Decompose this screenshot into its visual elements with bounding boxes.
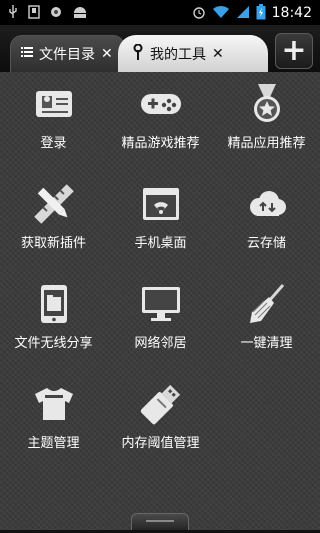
clock-text: 18:42 (271, 4, 312, 21)
wifi-window-icon (139, 182, 183, 226)
tool-memory-threshold[interactable]: 内存阈值管理 (107, 372, 214, 472)
wrench-icon (132, 43, 144, 64)
tool-one-key-clean[interactable]: 一键清理 (213, 272, 320, 372)
tool-label: 云存储 (246, 236, 286, 251)
gamepad-icon (139, 82, 183, 126)
tool-label: 主题管理 (27, 436, 80, 451)
tab-label: 我的工具 (150, 46, 206, 63)
android-icon (72, 5, 88, 21)
list-icon (21, 46, 33, 62)
battery-icon (256, 3, 266, 22)
cloud-icon (245, 182, 289, 226)
signal-icon (236, 5, 250, 21)
tab-my-tools[interactable]: 我的工具 ✕ (118, 35, 268, 72)
tool-app-recommend[interactable]: 精品应用推荐 (213, 72, 320, 172)
tool-label: 精品应用推荐 (227, 136, 306, 151)
tool-label: 手机桌面 (134, 236, 187, 251)
sdcard-icon (28, 4, 40, 21)
tool-get-plugins[interactable]: 获取新插件 (0, 172, 107, 272)
tool-wireless-share[interactable]: 文件无线分享 (0, 272, 107, 372)
tab-file-directory[interactable]: 文件目录 ✕ (10, 35, 125, 72)
tool-label: 内存阈值管理 (121, 436, 200, 451)
close-icon[interactable]: ✕ (101, 46, 113, 62)
pencil-ruler-icon (32, 182, 76, 226)
monitor-icon (139, 282, 183, 326)
status-bar: 18:42 (0, 0, 320, 25)
tool-cloud-storage[interactable]: 云存储 (213, 172, 320, 272)
tshirt-icon (32, 382, 76, 426)
alarm-icon (192, 5, 206, 21)
id-card-icon (32, 82, 76, 126)
wifi-icon (212, 5, 230, 21)
add-tab-button[interactable]: + (275, 33, 313, 69)
tool-label: 网络邻居 (134, 336, 187, 351)
usb-icon (8, 4, 18, 21)
close-icon[interactable]: ✕ (212, 46, 224, 62)
tool-label: 获取新插件 (20, 236, 86, 251)
tool-label: 文件无线分享 (14, 336, 93, 351)
tool-theme-manage[interactable]: 主题管理 (0, 372, 107, 472)
record-icon (50, 6, 62, 20)
broom-icon (245, 282, 289, 326)
tool-login[interactable]: 登录 (0, 72, 107, 172)
phone-file-icon (32, 282, 76, 326)
tab-label: 文件目录 (39, 47, 95, 63)
tool-network-neighbor[interactable]: 网络邻居 (107, 272, 214, 372)
tool-label: 精品游戏推荐 (121, 136, 200, 151)
usb-drive-icon (139, 382, 183, 426)
tool-label: 登录 (40, 136, 67, 151)
tool-game-recommend[interactable]: 精品游戏推荐 (107, 72, 214, 172)
tool-label: 一键清理 (240, 336, 293, 351)
tab-bar: 文件目录 ✕ 我的工具 ✕ + (0, 25, 320, 72)
tool-phone-desktop[interactable]: 手机桌面 (107, 172, 214, 272)
medal-icon (245, 82, 289, 126)
